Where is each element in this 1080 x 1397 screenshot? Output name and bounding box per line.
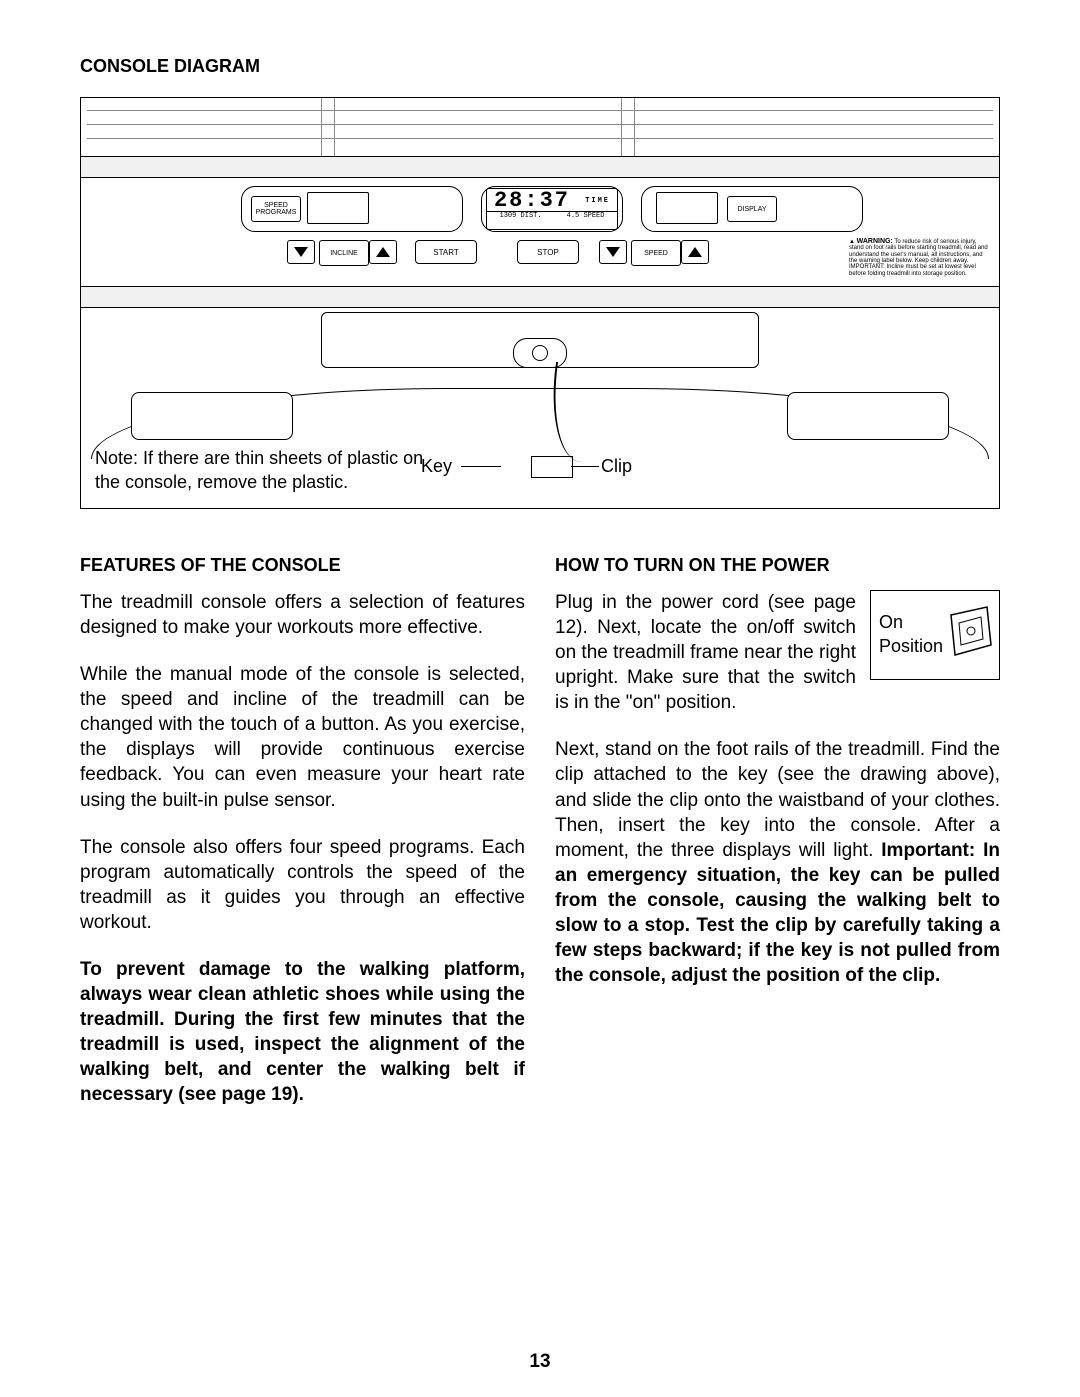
speed-programs-button[interactable]: SPEED PROGRAMS: [251, 196, 301, 222]
section-heading-power: HOW TO TURN ON THE POWER: [555, 555, 1000, 576]
lcd-dist-value: 1309: [500, 212, 517, 220]
left-mini-display: [307, 192, 369, 224]
console-handle-area: Key Clip Note: If there are thin sheets …: [81, 308, 999, 508]
console-controls: SPEED PROGRAMS 28:37 TIME 1309 DIST. 4.5…: [81, 178, 999, 287]
incline-label: INCLINE: [319, 240, 369, 266]
main-lcd: 28:37 TIME 1309 DIST. 4.5 SPEED: [486, 188, 618, 230]
stop-button[interactable]: STOP: [517, 240, 579, 264]
diagram-note: Note: If there are thin sheets of plasti…: [95, 447, 435, 494]
features-body: The treadmill console offers a selection…: [80, 590, 525, 1107]
right-hand-grip: [787, 392, 949, 440]
warning-text: ▲ WARNING: To reduce risk of serious inj…: [849, 238, 989, 277]
incline-up-button[interactable]: [369, 240, 397, 264]
lcd-time-unit: TIME: [585, 197, 610, 205]
incline-down-button[interactable]: [287, 240, 315, 264]
section-heading-features: FEATURES OF THE CONSOLE: [80, 555, 525, 576]
lcd-dist-unit: DIST.: [521, 212, 542, 220]
console-top-tray: [81, 98, 999, 157]
start-button[interactable]: START: [415, 240, 477, 264]
on-position-figure: On Position: [870, 590, 1000, 680]
speed-label: SPEED: [631, 240, 681, 266]
speed-down-button[interactable]: [599, 240, 627, 264]
section-heading-console-diagram: CONSOLE DIAGRAM: [80, 56, 1000, 77]
display-button[interactable]: DISPLAY: [727, 196, 777, 222]
console-trim: [81, 157, 999, 178]
speed-up-button[interactable]: [681, 240, 709, 264]
left-hand-grip: [131, 392, 293, 440]
lcd-speed-value: 4.5: [567, 212, 580, 220]
clip-callout-label: Clip: [601, 456, 632, 477]
lcd-time-value: 28:37: [494, 188, 570, 213]
power-switch-icon: [941, 605, 993, 665]
console-lower-trim: [81, 287, 999, 308]
clip-icon: [531, 456, 573, 478]
right-mini-display: [656, 192, 718, 224]
console-diagram-figure: SPEED PROGRAMS 28:37 TIME 1309 DIST. 4.5…: [80, 97, 1000, 509]
page-number: 13: [0, 1351, 1080, 1373]
lcd-speed-unit: SPEED: [583, 212, 604, 220]
power-body: On Position Plug in the power cord (see …: [555, 590, 1000, 988]
